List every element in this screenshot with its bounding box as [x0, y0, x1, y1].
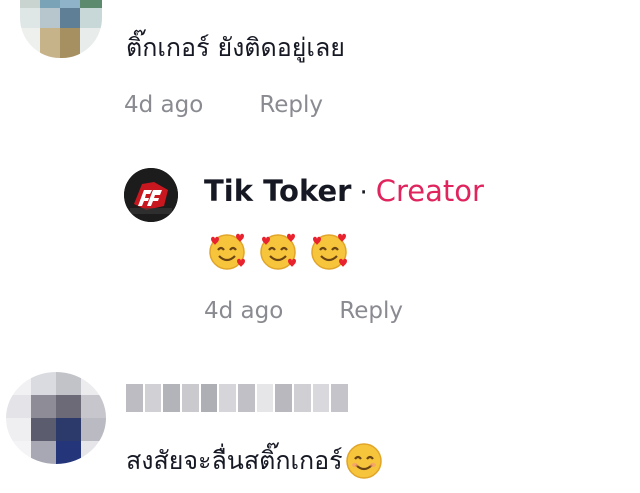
reply-header: Tik Toker · Creator — [204, 174, 484, 208]
comment-text: สงสัยจะลื่นสติ๊กเกอร์ — [126, 442, 383, 480]
creator-logo-icon — [124, 168, 178, 222]
creator-avatar[interactable] — [124, 168, 178, 222]
creator-badge: Creator — [375, 174, 484, 208]
smiling-face-with-hearts-icon — [311, 233, 347, 270]
reply-meta: 4d ago Reply — [204, 298, 403, 324]
comment-body: สงสัยจะลื่นสติ๊กเกอร์ — [126, 446, 343, 475]
reply-emojis — [206, 231, 350, 271]
reply-button[interactable]: Reply — [259, 92, 323, 118]
smiling-face-icon — [345, 443, 382, 479]
comment-text: ติ๊กเกอร์ ยังติดอยู่เลย — [126, 33, 345, 62]
comments-panel: ติ๊กเกอร์ ยังติดอยู่เลย 4d ago Reply Tik… — [0, 0, 640, 493]
comment-meta: 4d ago Reply — [124, 92, 323, 118]
comment-timestamp: 4d ago — [124, 92, 204, 118]
smiling-face-with-hearts-icon — [260, 233, 296, 270]
author-name[interactable]: Tik Toker — [204, 174, 351, 208]
smiling-face-with-hearts-icon — [209, 233, 245, 270]
avatar-commenter-1[interactable] — [20, 0, 102, 58]
blurred-username — [126, 384, 349, 412]
separator-dot: · — [359, 178, 368, 208]
reply-button[interactable]: Reply — [339, 298, 403, 324]
reply-timestamp: 4d ago — [204, 298, 284, 324]
avatar-commenter-2[interactable] — [6, 372, 106, 464]
